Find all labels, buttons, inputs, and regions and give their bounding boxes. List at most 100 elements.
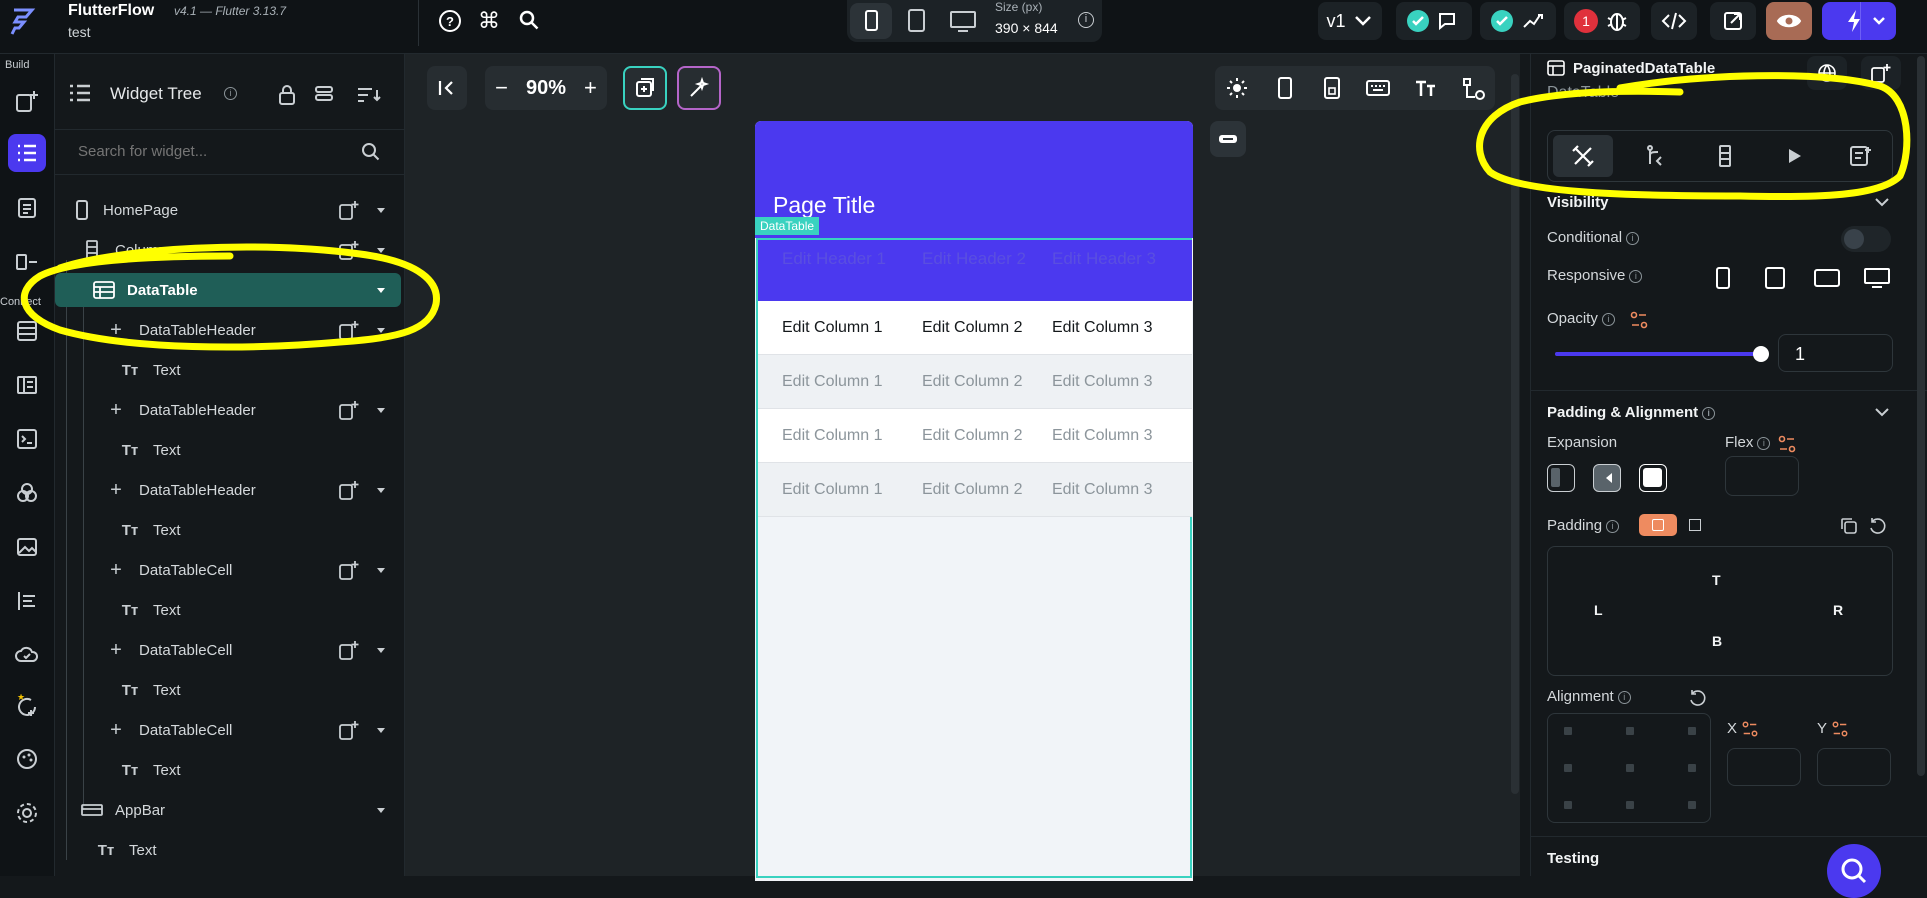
padding-top[interactable]: T — [1712, 572, 1721, 588]
expand-caret-icon[interactable] — [377, 727, 385, 733]
add-child-icon[interactable] — [338, 639, 360, 661]
tree-item-datatablecell[interactable]: + DataTableCell — [55, 550, 405, 590]
reset-icon[interactable] — [1867, 516, 1887, 536]
flex-input[interactable] — [1725, 456, 1799, 496]
lock-icon[interactable] — [277, 84, 297, 106]
media-assets-icon[interactable] — [8, 528, 46, 566]
variable-icon[interactable] — [1777, 434, 1797, 454]
tree-item-datatable-selected[interactable]: DataTable — [55, 270, 401, 310]
expansion-flexible-button[interactable] — [1593, 464, 1621, 492]
responsive-tablet-landscape-icon[interactable] — [1813, 266, 1841, 290]
cloud-functions-icon[interactable] — [8, 636, 46, 674]
ai-gen-icon[interactable] — [677, 66, 721, 110]
chevron-down-icon[interactable] — [1873, 405, 1891, 419]
table-row[interactable]: Edit Column 1 Edit Column 2 Edit Column … — [758, 301, 1192, 355]
support-chat-icon[interactable] — [1827, 844, 1881, 898]
tab-generate-children[interactable] — [1695, 135, 1755, 177]
expand-caret-icon[interactable] — [377, 487, 385, 493]
theme-icon[interactable] — [8, 474, 46, 512]
canvas-settings-icon[interactable] — [1461, 76, 1487, 102]
size-value[interactable]: 390 × 844 — [995, 20, 1058, 36]
tree-item-datatableheader[interactable]: + DataTableHeader — [55, 390, 405, 430]
tree-item-datatablecell[interactable]: + DataTableCell — [55, 710, 405, 750]
api-calls-icon[interactable] — [8, 582, 46, 620]
expand-caret-icon[interactable] — [377, 207, 385, 213]
zoom-in-icon[interactable]: + — [584, 75, 597, 101]
variable-icon[interactable] — [1741, 720, 1759, 738]
custom-code-icon[interactable] — [8, 420, 46, 458]
version-select[interactable]: v1 — [1318, 2, 1382, 40]
settings-gear-icon[interactable] — [8, 794, 46, 832]
expand-caret-icon[interactable] — [377, 287, 385, 293]
expansion-expanded-button[interactable] — [1639, 464, 1667, 492]
data-table[interactable]: Edit Header 1 Edit Header 2 Edit Header … — [756, 238, 1192, 878]
project-name[interactable]: test — [68, 24, 91, 40]
collapse-panel-icon[interactable] — [427, 66, 467, 110]
agents-icon[interactable]: ★ — [8, 688, 46, 726]
add-child-icon[interactable] — [338, 719, 360, 741]
expand-caret-icon[interactable] — [377, 327, 385, 333]
props-scrollbar[interactable] — [1917, 56, 1925, 776]
device-layout-icon[interactable] — [1321, 76, 1343, 100]
tab-backend-query[interactable] — [1626, 135, 1686, 177]
chevron-down-icon[interactable] — [1873, 195, 1891, 209]
device-tablet-button[interactable] — [896, 3, 938, 39]
padding-uniform-button[interactable] — [1639, 514, 1677, 536]
database-icon[interactable] — [8, 312, 46, 350]
marketplace-icon[interactable] — [8, 740, 46, 778]
add-child-icon[interactable] — [338, 399, 360, 421]
add-child-icon[interactable] — [338, 319, 360, 341]
open-external-icon[interactable] — [1710, 2, 1756, 40]
add-child-icon[interactable] — [338, 239, 360, 261]
errors-button[interactable]: 1 — [1564, 2, 1640, 40]
light-mode-icon[interactable] — [1225, 76, 1249, 100]
tree-item-column[interactable]: Column — [55, 230, 405, 270]
add-child-icon[interactable] — [338, 559, 360, 581]
opacity-input[interactable]: 1 — [1778, 334, 1893, 372]
preview-eye-icon[interactable] — [1766, 2, 1812, 40]
expand-caret-icon[interactable] — [377, 247, 385, 253]
keyboard-icon[interactable] — [1365, 76, 1391, 100]
alignment-y-input[interactable] — [1817, 748, 1891, 786]
tree-item-datatableheader[interactable]: + DataTableHeader — [55, 310, 405, 350]
tree-info-icon[interactable]: i — [220, 85, 237, 103]
responsive-tablet-icon[interactable] — [1763, 266, 1787, 290]
canvas-scrollbar[interactable] — [1511, 74, 1519, 794]
app-bar[interactable]: Page Title — [755, 121, 1193, 238]
tree-item-appbar[interactable]: AppBar — [55, 790, 405, 830]
padding-bottom[interactable]: B — [1712, 633, 1722, 649]
layers-icon[interactable] — [313, 84, 335, 106]
expand-caret-icon[interactable] — [377, 407, 385, 413]
reset-icon[interactable] — [1687, 688, 1707, 708]
table-row[interactable]: Edit Column 1 Edit Column 2 Edit Column … — [758, 409, 1192, 463]
tree-item-datatableheader[interactable]: + DataTableHeader — [55, 470, 405, 510]
code-icon[interactable] — [1651, 2, 1697, 40]
tree-item-text[interactable]: Tт Text — [55, 430, 405, 470]
tree-item-text[interactable]: Tт Text — [55, 670, 405, 710]
widget-search-input[interactable] — [63, 132, 393, 170]
opacity-slider[interactable] — [1555, 346, 1769, 362]
header-cell[interactable]: Edit Header 2 — [922, 248, 1042, 270]
widget-tree-icon[interactable] — [8, 134, 46, 172]
device-phone-button[interactable] — [850, 3, 892, 39]
tree-item-text[interactable]: Tт Text — [55, 590, 405, 630]
tree-item-text[interactable]: Tт Text — [55, 510, 405, 550]
table-row[interactable]: Edit Column 1 Edit Column 2 Edit Column … — [758, 463, 1192, 517]
expand-caret-icon[interactable] — [377, 807, 385, 813]
collab-button[interactable] — [1396, 2, 1472, 40]
padding-individual-button[interactable] — [1681, 514, 1709, 536]
phone-frame-icon[interactable] — [1275, 76, 1295, 100]
search-icon[interactable] — [361, 142, 381, 162]
tree-item-text[interactable]: Tт Text — [55, 350, 405, 390]
device-desktop-button[interactable] — [940, 3, 986, 39]
padding-right[interactable]: R — [1833, 602, 1843, 618]
copy-icon[interactable] — [1839, 516, 1859, 536]
command-icon[interactable]: ⌘ — [478, 8, 500, 34]
expand-caret-icon[interactable] — [377, 567, 385, 573]
text-scale-icon[interactable] — [1413, 76, 1437, 100]
tab-actions[interactable] — [1764, 135, 1824, 177]
expand-caret-icon[interactable] — [377, 647, 385, 653]
tree-item-homepage[interactable]: HomePage — [55, 190, 405, 230]
tab-documentation[interactable] — [1831, 135, 1891, 177]
add-widget-icon[interactable] — [1861, 56, 1901, 90]
